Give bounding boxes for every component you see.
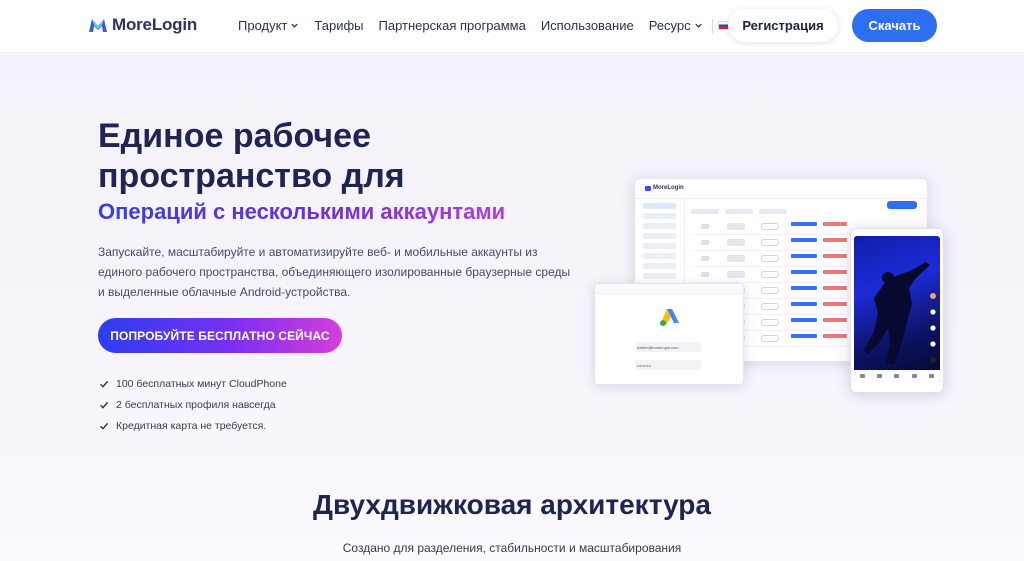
nav-item-label: Продукт — [238, 18, 288, 33]
nav-item-label: Тарифы — [314, 18, 364, 33]
phone-action-strip — [929, 246, 937, 382]
checkmark-icon — [100, 422, 109, 430]
login-password-field: •••••••••• — [635, 360, 701, 370]
benefit-item: 100 бесплатных минут CloudPhone — [99, 373, 287, 394]
dashboard-logo: MoreLogin — [645, 185, 684, 191]
site-header: MoreLogin Продукт Тарифы Партнерская про… — [0, 0, 1024, 53]
benefit-text: Кредитная карта не требуется. — [116, 419, 267, 432]
cloud-phone-mockup — [850, 228, 944, 393]
hero-title-line1: Единое рабочее — [98, 117, 371, 155]
nav-divider — [712, 19, 713, 34]
nav-item-label: Ресурс — [648, 18, 691, 33]
dancer-image — [864, 262, 930, 364]
nav-item-label: Использование — [540, 18, 634, 33]
phone-screen — [854, 236, 940, 382]
logo-text: MoreLogin — [112, 15, 198, 34]
hero-description: Запускайте, масштабируйте и автоматизиру… — [98, 245, 571, 299]
benefit-item: 2 бесплатных профиля навсегда — [99, 394, 287, 415]
nav-item-resources[interactable]: Ресурс — [649, 18, 703, 33]
nav-item-label: Партнерская программа — [378, 18, 526, 33]
section-title: Двухдвижковая архитектура — [313, 489, 711, 520]
chevron-down-icon — [694, 23, 702, 28]
nav-item-usage[interactable]: Использование — [541, 18, 634, 33]
checkmark-icon — [100, 380, 109, 388]
benefit-text: 2 бесплатных профиля навсегда — [116, 398, 276, 411]
chevron-down-icon — [291, 23, 299, 28]
morelogin-logo-icon — [89, 19, 107, 32]
download-button[interactable]: Скачать — [852, 9, 937, 42]
login-window-titlebar — [595, 284, 743, 294]
benefit-item: Кредитная карта не требуется. — [99, 415, 287, 436]
hero-title-line2: пространство для — [98, 157, 405, 195]
dashboard-tabs — [691, 201, 919, 214]
nav-item-affiliate[interactable]: Партнерская программа — [379, 18, 526, 33]
login-window-mockup: Admin@morelogin.com •••••••••• — [594, 283, 744, 385]
dashboard-logo-text: MoreLogin — [653, 185, 684, 191]
section-subtitle: Создано для разделения, стабильности и м… — [342, 541, 682, 555]
ads-logo-icon — [660, 309, 679, 326]
hero-subtitle: Операций с несколькими аккаунтами — [98, 199, 506, 224]
benefits-list: 100 бесплатных минут CloudPhone 2 беспла… — [99, 373, 287, 436]
dashboard-topbar: MoreLogin — [635, 179, 927, 199]
main-nav: Продукт Тарифы Партнерская программа Исп… — [238, 18, 753, 33]
login-email-field: Admin@morelogin.com — [635, 342, 701, 352]
nav-item-pricing[interactable]: Тарифы — [314, 18, 363, 33]
try-free-button[interactable]: ПОПРОБУЙТЕ БЕСПЛАТНО СЕЙЧАС — [98, 318, 342, 353]
register-button[interactable]: Регистрация — [728, 9, 838, 42]
hero-title: Единое рабочее пространство для — [98, 116, 558, 196]
phone-bottom-nav — [854, 370, 940, 382]
dashboard-create-button — [887, 201, 917, 209]
benefit-text: 100 бесплатных минут CloudPhone — [116, 377, 287, 390]
logo[interactable]: MoreLogin — [88, 15, 197, 35]
nav-item-product[interactable]: Продукт — [238, 18, 299, 33]
checkmark-icon — [100, 401, 109, 409]
